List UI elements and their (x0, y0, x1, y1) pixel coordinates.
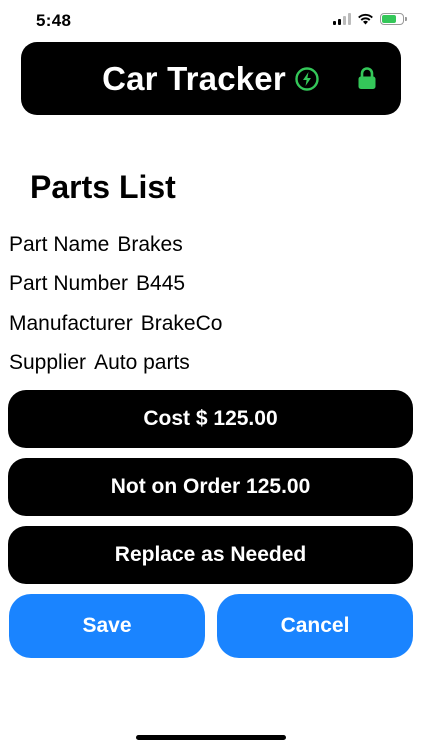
status-time: 5:48 (36, 11, 72, 30)
cancel-label: Cancel (280, 614, 350, 637)
field-label: Supplier (9, 351, 87, 374)
wifi-icon (358, 13, 373, 25)
signal-icon (333, 13, 351, 25)
cost-pill[interactable]: Cost $ 125.00 (8, 390, 413, 448)
page-title: Parts List (30, 169, 176, 205)
field-part-name: Part Name Brakes (9, 233, 183, 257)
field-manufacturer: Manufacturer BrakeCo (9, 312, 222, 336)
field-label: Part Number (9, 272, 129, 295)
cancel-button[interactable]: Cancel (217, 594, 413, 658)
order-status-pill[interactable]: Not on Order 125.00 (8, 458, 413, 516)
status-icons (333, 13, 407, 25)
save-button[interactable]: Save (9, 594, 205, 658)
field-label: Part Name (9, 233, 110, 256)
lock-icon[interactable] (357, 66, 377, 90)
field-label: Manufacturer (9, 312, 133, 335)
field-value: BrakeCo (140, 312, 223, 335)
field-supplier: Supplier Auto parts (9, 351, 190, 375)
order-status-label: Not on Order 125.00 (110, 475, 311, 498)
bolt-icon (295, 66, 319, 91)
field-value: B445 (136, 272, 186, 295)
replace-pill[interactable]: Replace as Needed (8, 526, 413, 584)
cost-label: Cost $ 125.00 (143, 407, 278, 430)
app-title: Car Tracker (102, 59, 286, 97)
field-value: Brakes (117, 233, 183, 256)
save-label: Save (82, 614, 132, 637)
battery-icon (380, 13, 407, 25)
home-indicator[interactable] (136, 735, 286, 740)
replace-label: Replace as Needed (114, 543, 307, 566)
field-part-number: Part Number B445 (9, 272, 185, 296)
field-value: Auto parts (94, 351, 190, 374)
app-header: Car Tracker (21, 42, 401, 115)
status-bar: 5:48 (0, 0, 422, 42)
